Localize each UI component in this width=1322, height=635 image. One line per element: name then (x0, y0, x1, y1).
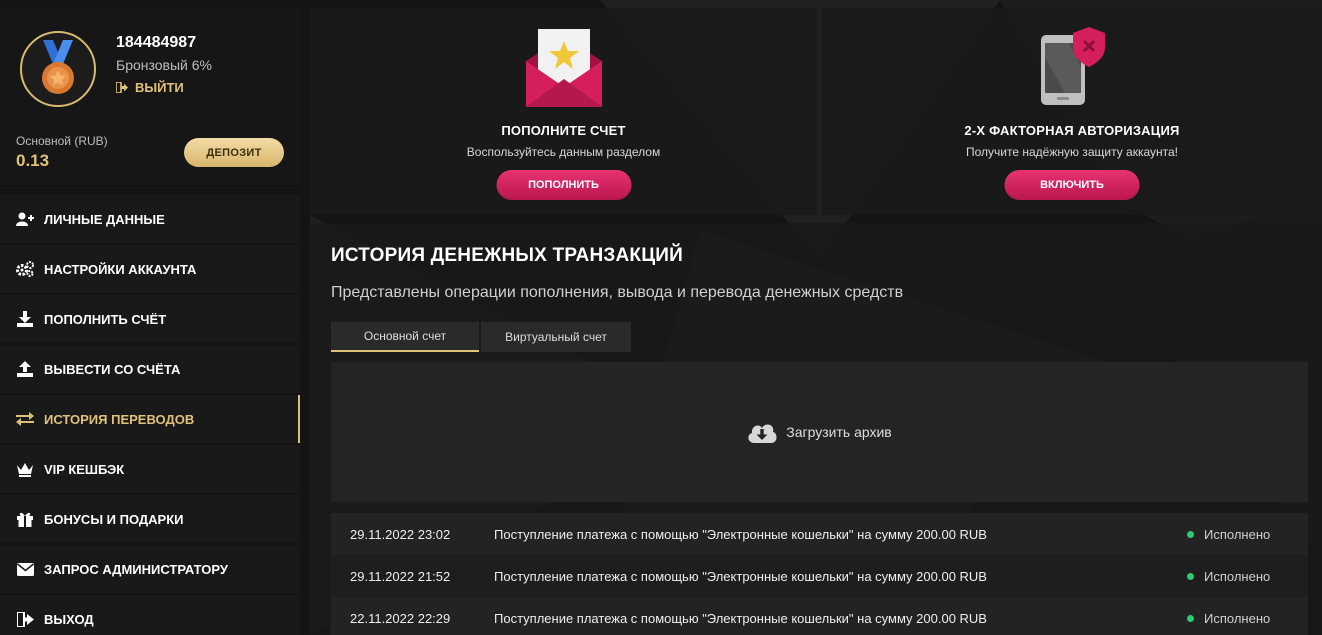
account-balance: 0.13 (16, 151, 50, 170)
page-title: ИСТОРИЯ ДЕНЕЖНЫХ ТРАНЗАКЦИЙ (331, 245, 683, 266)
tx-status-label: Исполнено (1204, 610, 1271, 626)
tab-virtual-account[interactable]: Виртуальный счет (481, 322, 631, 352)
tx-description: Поступление платежа с помощью "Электронн… (494, 526, 987, 542)
sidebar-item-label: БОНУСЫ И ПОДАРКИ (44, 511, 184, 527)
sidebar-item-account-settings[interactable]: НАСТРОЙКИ АККАУНТА (0, 245, 300, 293)
envelope-icon (16, 560, 34, 578)
tx-status-label: Исполнено (1204, 568, 1271, 584)
sidebar-item-label: VIP КЕШБЭК (44, 461, 125, 477)
upload-icon (16, 360, 34, 378)
gears-icon (16, 260, 34, 278)
sidebar-item-label: НАСТРОЙКИ АККАУНТА (44, 261, 197, 277)
tx-date: 29.11.2022 21:52 (350, 568, 451, 584)
status-dot-icon (1187, 614, 1194, 622)
sidebar-item-label: ИСТОРИЯ ПЕРЕВОДОВ (44, 411, 195, 427)
sign-out-icon (116, 82, 128, 93)
phone-shield-icon (1039, 27, 1105, 110)
sidebar-item-bonuses[interactable]: БОНУСЫ И ПОДАРКИ (0, 495, 300, 543)
deposit-button[interactable]: ДЕПОЗИТ (184, 138, 284, 167)
sidebar-item-label: ПОПОЛНИТЬ СЧЁТ (44, 311, 167, 327)
download-archive-label: Загрузить архив (786, 424, 892, 440)
tx-status: Исполнено (1187, 527, 1308, 542)
bronze-medal-avatar (20, 31, 96, 107)
account-label: Основной (RUB) (16, 134, 108, 148)
tx-status-label: Исполнено (1204, 526, 1271, 542)
sidebar-item-label: ЛИЧНЫЕ ДАННЫЕ (44, 211, 165, 227)
tx-status: Исполнено (1187, 611, 1308, 626)
crown-icon (16, 460, 34, 478)
profile-panel: 184484987 Бронзовый 6% ВЫЙТИ Основной (R… (0, 8, 300, 186)
tx-date: 22.11.2022 22:29 (350, 610, 451, 626)
tx-date: 29.11.2022 23:02 (350, 526, 451, 542)
sidebar-item-transfer-history[interactable]: ИСТОРИЯ ПЕРЕВОДОВ (0, 395, 300, 443)
medal-icon (42, 40, 74, 94)
sidebar-item-label: ВЫВЕСТИ СО СЧЁТА (44, 361, 181, 377)
two-factor-card-subtitle: Получите надёжную защиту аккаунта! (965, 145, 1178, 159)
two-factor-card-title: 2-Х ФАКТОРНАЯ АВТОРИЗАЦИЯ (964, 123, 1180, 138)
sidebar-item-exit[interactable]: ВЫХОД (0, 595, 300, 635)
tab-main-account[interactable]: Основной счет (331, 322, 479, 352)
logout-icon (16, 610, 34, 628)
table-row: 29.11.2022 23:02 Поступление платежа с п… (331, 513, 1308, 555)
sidebar-item-label: ВЫХОД (44, 611, 94, 627)
logout-link[interactable]: ВЫЙТИ (116, 80, 184, 95)
gift-icon (16, 510, 34, 528)
sidebar-item-personal-data[interactable]: ЛИЧНЫЕ ДАННЫЕ (0, 195, 300, 243)
sidebar-item-vip-cashback[interactable]: VIP КЕШБЭК (0, 445, 300, 493)
sidebar: 184484987 Бронзовый 6% ВЫЙТИ Основной (R… (0, 8, 300, 635)
tx-description: Поступление платежа с помощью "Электронн… (494, 568, 987, 584)
sidebar-menu: ЛИЧНЫЕ ДАННЫЕ НАСТРОЙКИ АККАУНТА ПОПОЛНИ… (0, 195, 300, 635)
deposit-card: ПОПОЛНИТЕ СЧЕТ Воспользуйтесь данным раз… (310, 8, 817, 215)
transactions-table: 29.11.2022 23:02 Поступление платежа с п… (331, 513, 1308, 635)
transaction-history-panel: ИСТОРИЯ ДЕНЕЖНЫХ ТРАНЗАКЦИЙ Представлены… (310, 223, 1322, 635)
download-icon (16, 310, 34, 328)
user-plus-icon (16, 210, 34, 228)
envelope-star-icon (525, 27, 602, 112)
enable-2fa-button[interactable]: ВКЛЮЧИТЬ (1004, 170, 1140, 200)
deposit-card-title: ПОПОЛНИТЕ СЧЕТ (501, 123, 626, 138)
table-row: 22.11.2022 22:29 Поступление платежа с п… (331, 597, 1308, 635)
status-dot-icon (1187, 572, 1194, 580)
table-row: 29.11.2022 21:52 Поступление платежа с п… (331, 555, 1308, 597)
status-dot-icon (1187, 530, 1194, 538)
loyalty-level: Бронзовый 6% (116, 57, 212, 73)
tx-description: Поступление платежа с помощью "Электронн… (494, 610, 987, 626)
exchange-icon (16, 410, 34, 428)
account-tabs: Основной счет Виртуальный счет (331, 322, 631, 352)
sidebar-item-label: ЗАПРОС АДМИНИСТРАТОРУ (44, 561, 228, 577)
user-id: 184484987 (116, 34, 197, 51)
sidebar-item-admin-request[interactable]: ЗАПРОС АДМИНИСТРАТОРУ (0, 545, 300, 593)
download-archive-button[interactable]: Загрузить архив (331, 362, 1308, 502)
sidebar-item-deposit[interactable]: ПОПОЛНИТЬ СЧЁТ (0, 295, 300, 343)
tx-status: Исполнено (1187, 569, 1308, 584)
top-up-button[interactable]: ПОПОЛНИТЬ (496, 170, 631, 200)
deposit-card-subtitle: Воспользуйтесь данным разделом (466, 145, 661, 159)
logout-label: ВЫЙТИ (135, 80, 184, 95)
sidebar-item-withdraw[interactable]: ВЫВЕСТИ СО СЧЁТА (0, 345, 300, 393)
page-subtitle: Представлены операции пополнения, вывода… (331, 284, 904, 301)
two-factor-card: 2-Х ФАКТОРНАЯ АВТОРИЗАЦИЯ Получите надёж… (822, 8, 1322, 215)
cloud-download-icon (748, 424, 777, 443)
